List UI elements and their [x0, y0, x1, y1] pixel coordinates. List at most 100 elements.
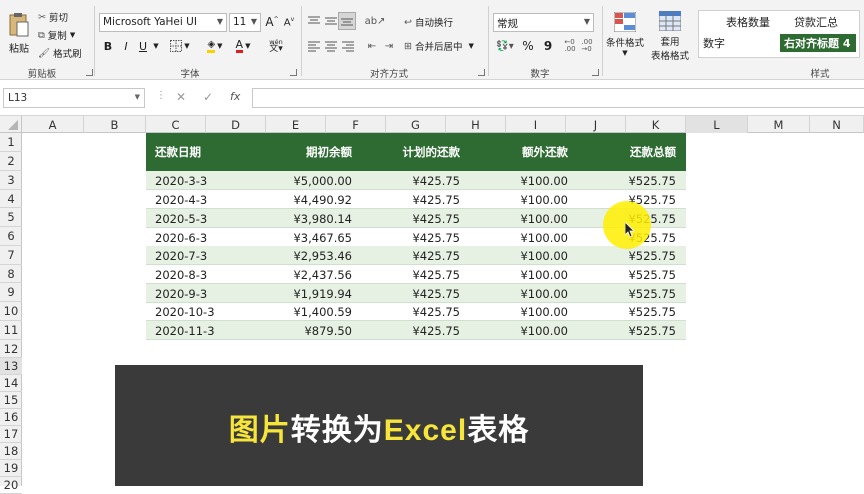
align-bottom-button[interactable] — [338, 12, 356, 30]
total-payment-cell[interactable]: ¥525.75 — [616, 302, 676, 321]
opening-balance-cell[interactable]: ¥2,437.56 — [266, 265, 352, 284]
row-header[interactable]: 3 — [0, 171, 22, 190]
opening-balance-cell[interactable]: ¥2,953.46 — [266, 246, 352, 265]
column-header-i[interactable]: I — [506, 116, 566, 133]
extra-payment-cell[interactable]: ¥100.00 — [506, 190, 568, 209]
opening-balance-cell[interactable]: ¥4,490.92 — [266, 190, 352, 209]
orientation-button[interactable]: ab↗ — [364, 13, 386, 29]
row-header[interactable]: 2 — [0, 152, 22, 171]
row-header[interactable]: 12 — [0, 340, 22, 358]
scheduled-payment-cell[interactable]: ¥425.75 — [386, 265, 460, 284]
repay-date-cell[interactable]: 2020-9-3 — [155, 284, 235, 303]
number-format-select[interactable]: 常规 ▼ — [493, 13, 594, 32]
row-header[interactable]: 17 — [0, 426, 22, 443]
insert-function-icon[interactable]: fx — [230, 90, 240, 103]
scheduled-payment-cell[interactable]: ¥425.75 — [386, 228, 460, 247]
row-header[interactable]: 19 — [0, 460, 22, 477]
opening-balance-cell[interactable]: ¥1,919.94 — [266, 284, 352, 303]
header-repay-date[interactable]: 还款日期 — [155, 133, 201, 171]
row-header[interactable]: 16 — [0, 409, 22, 426]
column-header-g[interactable]: G — [386, 116, 446, 133]
cut-button[interactable]: ✂ 剪切 — [38, 10, 68, 25]
extra-payment-cell[interactable]: ¥100.00 — [506, 246, 568, 265]
decrease-decimal-button[interactable]: .00 →0 — [579, 38, 595, 54]
borders-button[interactable]: ▼ — [168, 38, 192, 54]
increase-indent-button[interactable]: ⇥ — [381, 38, 397, 54]
confirm-icon[interactable]: ✓ — [203, 90, 213, 104]
clipboard-launcher-icon[interactable] — [86, 69, 93, 76]
conditional-format-button[interactable]: 条件格式 ▼ — [606, 10, 644, 58]
select-all-corner[interactable] — [0, 116, 22, 133]
total-payment-cell[interactable]: ¥525.75 — [616, 265, 676, 284]
scheduled-payment-cell[interactable]: ¥425.75 — [386, 246, 460, 265]
column-header-c[interactable]: C — [146, 116, 206, 133]
row-header[interactable]: 1 — [0, 133, 22, 152]
extra-payment-cell[interactable]: ¥100.00 — [506, 321, 568, 340]
extra-payment-cell[interactable]: ¥100.00 — [506, 171, 568, 190]
column-header-l[interactable]: L — [686, 116, 748, 133]
row-header[interactable]: 11 — [0, 321, 22, 340]
underline-button[interactable]: U — [136, 38, 150, 54]
repay-date-cell[interactable]: 2020-5-3 — [155, 209, 235, 228]
row-header[interactable]: 4 — [0, 190, 22, 208]
column-header-k[interactable]: K — [626, 116, 686, 133]
column-header-f[interactable]: F — [326, 116, 386, 133]
bold-button[interactable]: B — [101, 38, 115, 54]
row-header[interactable]: 8 — [0, 265, 22, 283]
column-header-d[interactable]: D — [206, 116, 266, 133]
font-size-select[interactable]: 11 ▼ — [229, 13, 261, 32]
align-center-button[interactable] — [323, 38, 339, 54]
opening-balance-cell[interactable]: ¥5,000.00 — [266, 171, 352, 190]
cell-style-item[interactable]: 右对齐标题 4 — [780, 34, 856, 52]
opening-balance-cell[interactable]: ¥3,467.65 — [266, 228, 352, 247]
header-opening-balance[interactable]: 期初余额 — [266, 133, 352, 171]
decrease-indent-button[interactable]: ⇤ — [364, 38, 380, 54]
column-header-j[interactable]: J — [566, 116, 626, 133]
decrease-font-button[interactable]: Av — [281, 14, 297, 30]
extra-payment-cell[interactable]: ¥100.00 — [506, 302, 568, 321]
header-total-payment[interactable]: 还款总额 — [616, 133, 676, 171]
scheduled-payment-cell[interactable]: ¥425.75 — [386, 284, 460, 303]
column-header-m[interactable]: M — [748, 116, 810, 133]
merge-center-button[interactable]: ⊞ 合并后居中 ▼ — [404, 38, 474, 54]
opening-balance-cell[interactable]: ¥879.50 — [266, 321, 352, 340]
format-as-table-button[interactable]: 套用 表格格式 — [646, 10, 694, 62]
cancel-icon[interactable]: ✕ — [176, 90, 186, 104]
row-header[interactable]: 18 — [0, 443, 22, 460]
scheduled-payment-cell[interactable]: ¥425.75 — [386, 321, 460, 340]
header-scheduled-payment[interactable]: 计划的还款 — [386, 133, 461, 171]
align-left-button[interactable] — [306, 38, 322, 54]
column-header-a[interactable]: A — [22, 116, 84, 133]
scheduled-payment-cell[interactable]: ¥425.75 — [386, 190, 460, 209]
scheduled-payment-cell[interactable]: ¥425.75 — [386, 171, 460, 190]
cell-style-item[interactable]: 表格数量 — [726, 12, 770, 32]
comma-button[interactable]: 9 — [540, 38, 556, 54]
row-header[interactable]: 6 — [0, 227, 22, 246]
repay-date-cell[interactable]: 2020-10-3 — [155, 302, 235, 321]
column-header-e[interactable]: E — [266, 116, 326, 133]
fill-color-button[interactable]: ◈ ▼ — [203, 38, 227, 54]
row-header[interactable]: 9 — [0, 283, 22, 302]
percent-button[interactable]: % — [520, 38, 536, 54]
repay-date-cell[interactable]: 2020-7-3 — [155, 246, 235, 265]
total-payment-cell[interactable]: ¥525.75 — [616, 284, 676, 303]
header-extra-payment[interactable]: 额外还款 — [506, 133, 568, 171]
currency-button[interactable]: 💱▾ — [494, 38, 516, 54]
row-header[interactable]: 7 — [0, 246, 22, 265]
extra-payment-cell[interactable]: ¥100.00 — [506, 228, 568, 247]
scheduled-payment-cell[interactable]: ¥425.75 — [386, 302, 460, 321]
cell-style-item[interactable]: 数字 — [703, 34, 725, 52]
font-color-button[interactable]: A ▼ — [231, 38, 255, 54]
row-header[interactable]: 15 — [0, 392, 22, 409]
repay-date-cell[interactable]: 2020-6-3 — [155, 228, 235, 247]
repay-date-cell[interactable]: 2020-4-3 — [155, 190, 235, 209]
total-payment-cell[interactable]: ¥525.75 — [616, 171, 676, 190]
format-painter-button[interactable]: 🖌 格式刷 — [38, 46, 82, 61]
row-header[interactable]: 13 — [0, 358, 22, 375]
cell-style-item[interactable]: 贷款汇总 — [794, 12, 838, 32]
opening-balance-cell[interactable]: ¥1,400.59 — [266, 302, 352, 321]
scheduled-payment-cell[interactable]: ¥425.75 — [386, 209, 460, 228]
underline-dropdown[interactable]: ▼ — [151, 38, 161, 54]
align-middle-button[interactable] — [323, 13, 339, 29]
total-payment-cell[interactable]: ¥525.75 — [616, 321, 676, 340]
